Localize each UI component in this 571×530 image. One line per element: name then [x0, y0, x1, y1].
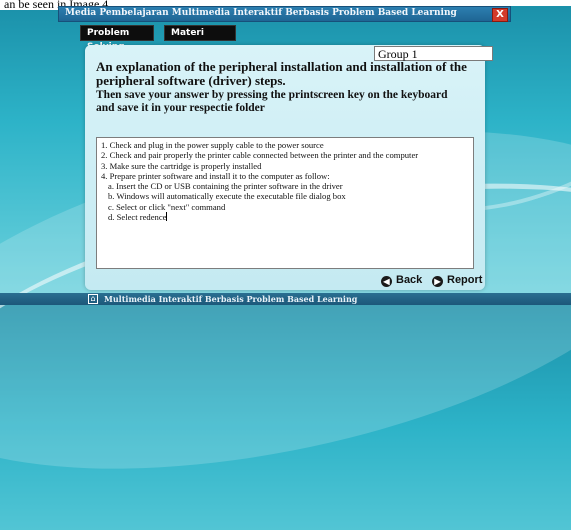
answer-line: b. Windows will automatically execute th…: [108, 191, 346, 202]
footer-text: Multimedia Interaktif Berbasis Problem B…: [104, 294, 358, 304]
answer-line: c. Select or click "next" command: [108, 201, 226, 212]
answer-line: 2. Check and pair properly the printer c…: [101, 150, 419, 161]
report-button[interactable]: ▶ Report: [432, 273, 482, 287]
home-icon[interactable]: ⌂: [88, 294, 98, 304]
answer-line: 1. Check and plug in the power supply ca…: [101, 140, 324, 150]
back-label: Back: [396, 274, 423, 286]
instructions: An explanation of the peripheral install…: [96, 60, 468, 115]
back-button[interactable]: ◀ Back: [381, 273, 422, 287]
window-titlebar: Media Pembelajaran Multimedia Interaktif…: [58, 6, 511, 22]
nav-problem-solving-button[interactable]: Problem Solving: [80, 25, 154, 52]
instructions-subheading: Then save your answer by pressing the pr…: [96, 89, 448, 114]
window-title: Media Pembelajaran Multimedia Interaktif…: [65, 8, 457, 18]
nav-materi-button[interactable]: Materi: [164, 25, 236, 41]
answer-line-last: d. Select redence: [101, 212, 469, 222]
answer-line: 3. Make sure the cartridge is properly i…: [101, 160, 262, 171]
report-label: Report: [447, 274, 483, 286]
close-icon[interactable]: X: [492, 8, 508, 22]
back-arrow-icon: ◀: [381, 276, 392, 287]
answer-textarea[interactable]: 1. Check and plug in the power supply ca…: [96, 137, 474, 269]
answer-line: 4. Prepare printer software and install …: [101, 170, 330, 181]
instructions-heading: An explanation of the peripheral install…: [96, 59, 467, 88]
report-arrow-icon: ▶: [432, 276, 443, 287]
footer-bar: ⌂ Multimedia Interaktif Berbasis Problem…: [0, 293, 571, 305]
text-caret: [166, 212, 168, 222]
answer-line: a. Insert the CD or USB containing the p…: [108, 181, 343, 192]
answer-line-text: d. Select redence: [108, 212, 167, 223]
